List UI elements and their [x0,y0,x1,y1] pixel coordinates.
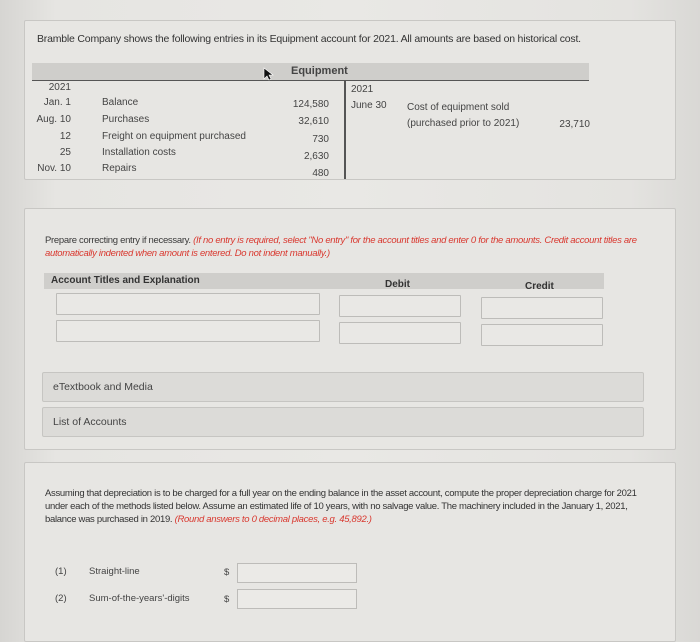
debit-date: Nov. 10 [37,163,71,174]
journal-panel: Prepare correcting entry if necessary. (… [24,208,676,450]
account-title-input[interactable] [56,320,320,342]
etextbook-media-link[interactable]: eTextbook and Media [42,372,644,402]
credit-input[interactable] [481,324,603,346]
column-credit: Credit [525,281,554,292]
debit-amount: 124,580 [292,99,329,110]
debit-description: Repairs [102,163,137,174]
credit-description: Cost of equipment sold [407,102,510,113]
debit-description: Balance [102,97,139,108]
debit-input[interactable] [339,322,461,344]
debit-amount: 2,630 [303,151,329,162]
depreciation-question: Assuming that depreciation is to be char… [45,487,645,526]
etextbook-label: eTextbook and Media [53,381,153,393]
credit-input[interactable] [481,297,603,319]
problem-intro: Bramble Company shows the following entr… [37,33,581,45]
debit-description: Freight on equipment purchased [102,131,246,142]
debit-year: 2021 [48,82,71,93]
credit-year: 2021 [351,84,374,95]
debit-date: 25 [59,147,71,158]
credit-description-cont: (purchased prior to 2021) [407,118,520,129]
mouse-cursor-icon [263,67,274,81]
debit-amount: 730 [312,134,329,145]
list-of-accounts-link[interactable]: List of Accounts [42,407,644,437]
method-number: (2) [55,593,67,604]
credit-date: June 30 [351,100,387,111]
currency-symbol: $ [224,567,230,578]
straight-line-input[interactable] [237,563,357,583]
t-account-divider [344,81,346,179]
debit-input[interactable] [339,295,461,317]
credit-amount: 23,710 [559,119,590,130]
debit-amount: 32,610 [298,116,329,127]
debit-date: Aug. 10 [36,114,71,125]
debit-date: Jan. 1 [43,97,71,108]
currency-symbol: $ [224,594,230,605]
rounding-note: (Round answers to 0 decimal places, e.g.… [174,514,372,525]
instruction-text: Prepare correcting entry if necessary. [45,235,191,246]
sum-of-years-digits-input[interactable] [237,589,357,609]
method-name: Sum-of-the-years'-digits [89,593,190,604]
column-account-titles: Account Titles and Explanation [51,275,200,286]
debit-date: 12 [59,131,71,142]
journal-instructions: Prepare correcting entry if necessary. (… [45,234,665,260]
method-number: (1) [55,566,67,577]
problem-panel: Bramble Company shows the following entr… [24,20,676,180]
method-name: Straight-line [89,566,140,577]
depreciation-panel: Assuming that depreciation is to be char… [24,462,676,642]
list-of-accounts-label: List of Accounts [53,416,127,428]
t-account-header-right [344,63,589,81]
t-account-title: Equipment [291,65,348,77]
account-title-input[interactable] [56,293,320,315]
debit-amount: 480 [312,168,329,179]
column-debit: Debit [385,279,410,290]
debit-description: Purchases [102,114,150,125]
debit-description: Installation costs [102,147,176,158]
